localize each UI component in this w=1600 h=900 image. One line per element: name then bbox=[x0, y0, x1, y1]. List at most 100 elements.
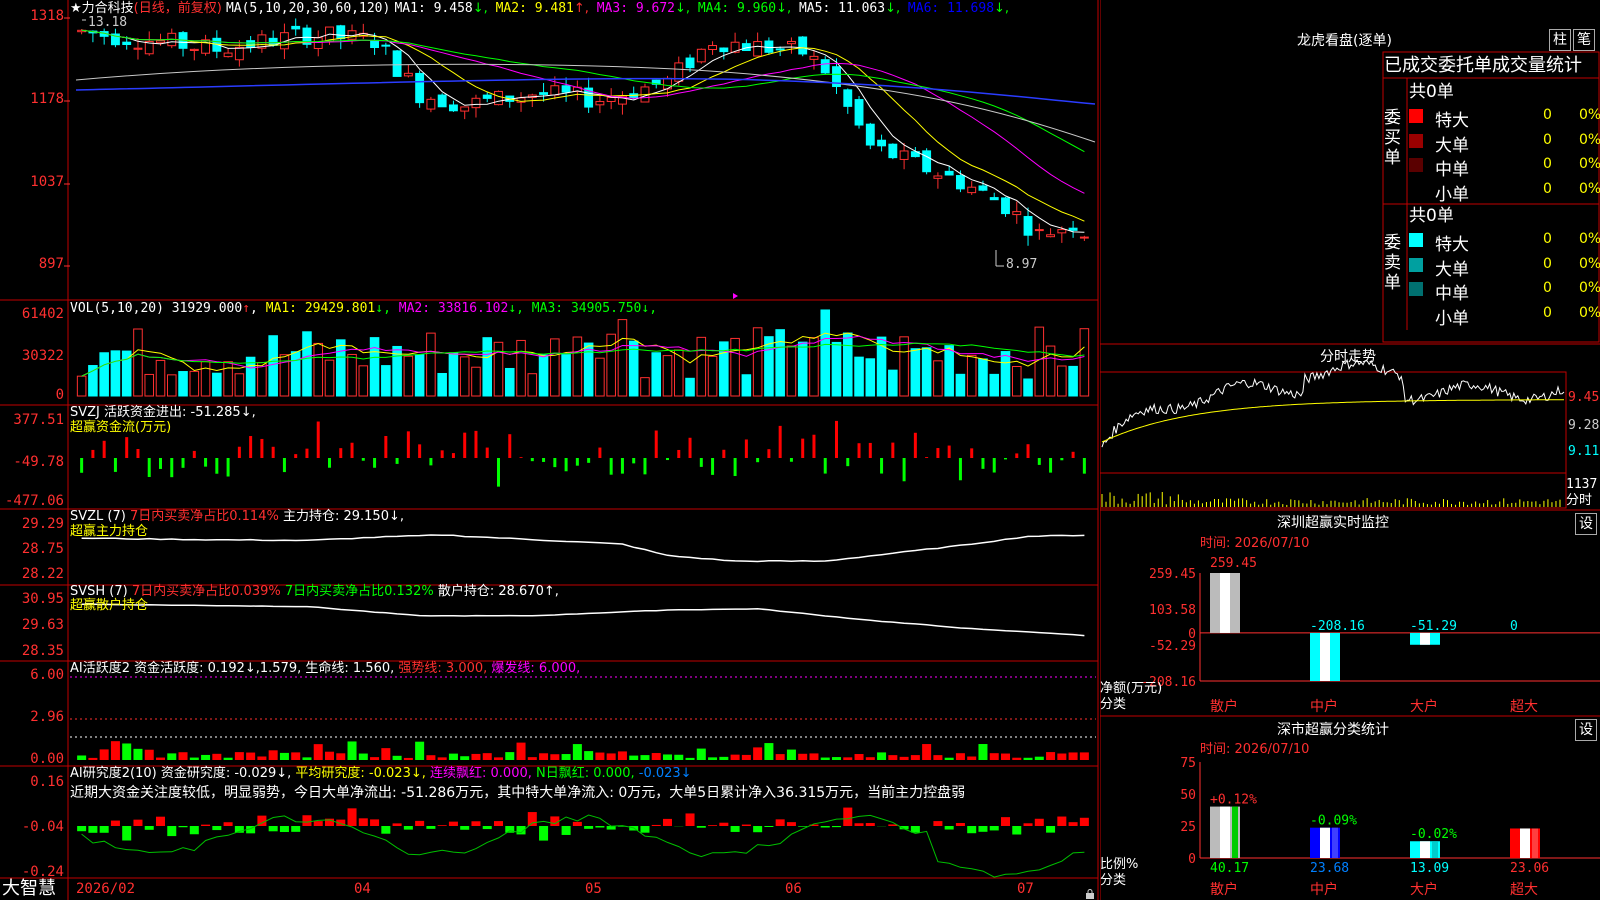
sz-monitor-xlabel: 分类 bbox=[1100, 697, 1127, 712]
ai-research-bar bbox=[347, 808, 357, 826]
candle-body bbox=[1001, 197, 1010, 215]
svzj-bar bbox=[846, 458, 850, 467]
ai-research-bar bbox=[1046, 826, 1056, 833]
monitor-category: 散户 bbox=[1210, 698, 1238, 715]
stock-title: ★力合科技 bbox=[70, 1, 134, 16]
ai-research-bar bbox=[1000, 817, 1011, 826]
svzj-bar bbox=[733, 458, 737, 477]
ai-active-ytick: 6.00 bbox=[30, 667, 64, 683]
ai-research-bar bbox=[820, 826, 830, 828]
ai-research-bar bbox=[1079, 817, 1089, 826]
vol-ytick: 30322 bbox=[21, 348, 64, 364]
order-row: 大单 0 0% bbox=[1409, 131, 1600, 156]
ai-research-bar bbox=[381, 826, 391, 834]
main-chart-header: ★力合科技(日线，前复权) MA(5,10,20,30,60,120) MA1:… bbox=[70, 1, 1009, 16]
candle-body bbox=[989, 197, 999, 201]
ai-active-bar bbox=[595, 752, 605, 760]
class-bar-highlight bbox=[1520, 828, 1530, 858]
svzj-bar bbox=[666, 458, 669, 461]
class-bar-edge bbox=[1532, 828, 1538, 858]
order-color-swatch bbox=[1409, 233, 1423, 247]
volume-bar bbox=[831, 341, 842, 397]
main-ytick: 1178 bbox=[30, 91, 64, 107]
volume-bar bbox=[842, 332, 853, 397]
stock-chart-area[interactable] bbox=[0, 0, 1100, 900]
class-category: 大户 bbox=[1410, 881, 1438, 898]
volume-bar bbox=[910, 348, 921, 397]
main-ytick: 897 bbox=[38, 256, 64, 272]
monitor-category: 大户 bbox=[1410, 698, 1438, 715]
period-label: (日线，前复权) bbox=[133, 1, 222, 16]
ai-active-bar bbox=[662, 754, 673, 760]
monitor-bar-highlight bbox=[1420, 632, 1430, 645]
order-label: 大单 bbox=[1435, 135, 1469, 156]
ai-research-bar bbox=[764, 826, 774, 827]
lock-icon[interactable] bbox=[1085, 884, 1094, 899]
ai-active-bar bbox=[1057, 753, 1067, 760]
sz-class-settings-button[interactable]: 设 bbox=[1575, 719, 1597, 741]
order-count: 0 bbox=[1543, 280, 1552, 296]
ai-active-header: AI活跃度2 资金活跃度: 0.192↓,1.579, 生命线: 1.560, … bbox=[70, 661, 580, 676]
svzj-bar bbox=[868, 442, 872, 458]
svzj-bar bbox=[981, 458, 985, 469]
svzj-bar bbox=[767, 449, 771, 458]
candle-body bbox=[1023, 216, 1033, 236]
volume-bar bbox=[662, 355, 673, 397]
order-color-swatch bbox=[1409, 133, 1423, 148]
ai-research-bar bbox=[178, 826, 188, 828]
ai-research-bar bbox=[167, 826, 177, 837]
order-label: 大单 bbox=[1435, 259, 1469, 280]
ai-research-bar bbox=[831, 826, 842, 828]
order-label: 小单 bbox=[1435, 184, 1469, 205]
moving-average-lines bbox=[75, 29, 1096, 233]
ai-active-bar bbox=[854, 754, 864, 760]
ai-active-bar bbox=[775, 754, 785, 760]
ai-research-bar bbox=[392, 823, 402, 826]
svzj-bar bbox=[902, 458, 906, 482]
svzj-bar bbox=[125, 437, 129, 458]
tab-volume-stats[interactable]: 成交量统计 bbox=[1492, 55, 1582, 76]
sell-total: 共0单 bbox=[1409, 206, 1454, 226]
ai-active-bar bbox=[201, 754, 211, 760]
volume-bar bbox=[978, 358, 988, 397]
vol-title: VOL(5,10,20) bbox=[70, 301, 164, 316]
ai-active-bar bbox=[741, 754, 751, 760]
tab-traded[interactable]: 已成交 bbox=[1384, 55, 1438, 76]
svzj-bar bbox=[789, 458, 793, 462]
svzj-bar bbox=[688, 437, 692, 458]
ai-active-bar bbox=[223, 757, 233, 760]
vol-ytick: 61402 bbox=[21, 306, 64, 322]
pen-mode-button[interactable]: 笔 bbox=[1573, 29, 1595, 51]
svsh-subtitle: 超赢散户持仓 bbox=[70, 598, 149, 613]
svzj-bar bbox=[316, 421, 320, 458]
sz-monitor-settings-button[interactable]: 设 bbox=[1575, 513, 1597, 535]
svzj-bars bbox=[80, 420, 1086, 487]
volume-bar bbox=[550, 338, 560, 397]
ai-active-bar bbox=[606, 753, 616, 760]
ai-research-ytick: -0.24 bbox=[21, 864, 64, 880]
svsh-ytick: 29.63 bbox=[21, 617, 64, 633]
ai-active-bar bbox=[888, 755, 898, 760]
volume-bar bbox=[1011, 365, 1022, 397]
svsh-prefix: SVSH (7) bbox=[70, 584, 128, 599]
svzj-bar bbox=[699, 458, 703, 467]
ai-active-bar bbox=[674, 754, 684, 760]
ai-active-bar bbox=[798, 753, 808, 760]
svzj-bar bbox=[429, 458, 433, 466]
class-bar-highlight bbox=[1420, 841, 1430, 858]
volume-bar bbox=[234, 373, 245, 397]
ai-research-bar bbox=[448, 821, 458, 826]
svzj-bar bbox=[1037, 458, 1041, 465]
ai-active-bar bbox=[448, 753, 458, 760]
vol-ma-direction: ↓, bbox=[375, 301, 391, 316]
ai-research-bar bbox=[201, 824, 211, 826]
ai-active-bar bbox=[730, 754, 740, 760]
order-label: 特大 bbox=[1435, 235, 1469, 255]
lhb-title: 龙虎看盘(逐单) bbox=[1297, 33, 1392, 49]
ai-research-t2: 平均研究度: -0.023↓, bbox=[295, 766, 426, 781]
tab-orders[interactable]: 委托单 bbox=[1438, 55, 1492, 76]
bar-mode-button[interactable]: 柱 bbox=[1549, 29, 1571, 51]
ma-label: MA(5,10,20,30,60,120) bbox=[225, 1, 391, 16]
candle-body bbox=[922, 150, 932, 173]
ai-active-bar bbox=[392, 755, 402, 760]
